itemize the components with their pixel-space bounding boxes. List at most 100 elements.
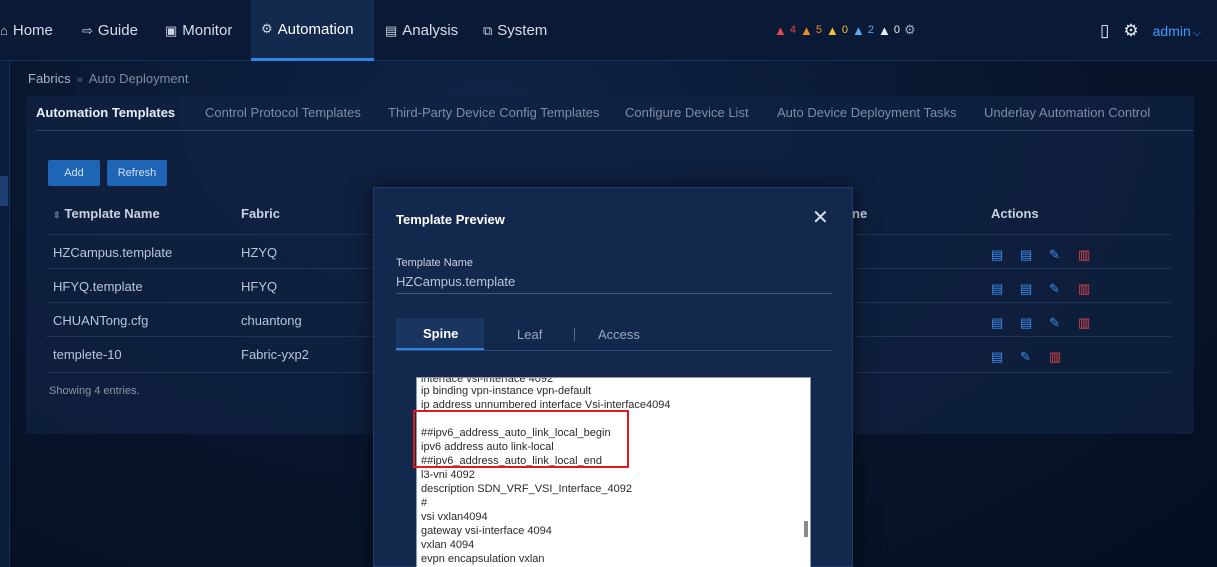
delete-icon[interactable]: ▥ — [1049, 350, 1061, 363]
delete-icon[interactable]: ▥ — [1078, 282, 1090, 295]
cell-template-name[interactable]: HFYQ.template — [53, 279, 143, 294]
template-code-viewer[interactable]: interface vsi-interface 4092 ip binding … — [416, 377, 811, 567]
table-footer-count: Showing 4 entries. — [49, 385, 140, 397]
code-line: gateway vsi-interface 4094 — [421, 525, 552, 537]
code-line: vsi vxlan4094 — [421, 511, 488, 523]
add-button[interactable]: Add — [48, 160, 100, 186]
system-icon: ⧉ — [483, 22, 493, 38]
cell-fabric: chuantong — [241, 313, 302, 328]
home-icon: ⌂ — [0, 23, 8, 38]
alarm-summary[interactable]: ▲ 4 ▲ 5 ▲ 0 ▲ 2 ▲ 0 ⚙ — [774, 22, 916, 38]
monitor-icon: ▣ — [165, 22, 178, 38]
alarm-critical[interactable]: ▲ 4 — [774, 24, 796, 37]
sort-icon: ⇕ — [53, 210, 61, 220]
tab-automation-templates[interactable]: Automation Templates — [36, 105, 175, 120]
cell-template-name[interactable]: templete-10 — [53, 347, 122, 362]
delete-icon[interactable]: ▥ — [1078, 248, 1090, 261]
nav-item-guide[interactable]: ⇨ Guide — [82, 0, 138, 61]
tab-spine[interactable]: Spine — [396, 318, 484, 350]
nav-item-system[interactable]: ⧉ System — [483, 0, 547, 61]
nav-item-home[interactable]: ⌂ Home — [0, 0, 60, 61]
warning-triangle-icon: ▲ — [878, 22, 891, 38]
tab-separator — [574, 328, 575, 341]
code-line: description SDN_VRF_VSI_Interface_4092 — [421, 483, 632, 495]
preview-icon[interactable]: ▤ — [1020, 282, 1032, 295]
refresh-button[interactable]: Refresh — [107, 160, 167, 186]
code-line: vxlan 4094 — [421, 539, 475, 551]
dialog-title: Template Preview — [396, 212, 505, 227]
warning-triangle-icon: ▲ — [774, 22, 787, 38]
tab-auto-device-deployment-tasks[interactable]: Auto Device Deployment Tasks — [777, 105, 957, 120]
guide-icon: ⇨ — [82, 22, 93, 38]
tab-access[interactable]: Access — [598, 318, 640, 350]
column-header-template-name[interactable]: ⇕ Template Name — [53, 206, 160, 221]
gear-icon[interactable]: ⚙ — [1123, 21, 1138, 41]
cell-fabric: HFYQ — [241, 279, 278, 294]
column-header-fabric: Fabric — [241, 206, 281, 221]
cell-fabric: Fabric-yxp2 — [241, 347, 309, 362]
edit-icon[interactable]: ✎ — [1020, 350, 1031, 363]
mute-alarm-icon[interactable]: ⚙ — [904, 22, 916, 38]
cell-fabric: HZYQ — [241, 245, 278, 260]
alarm-major[interactable]: ▲ 5 — [800, 24, 822, 37]
breadcrumb-root[interactable]: Fabrics — [28, 71, 71, 86]
tab-configure-device-list[interactable]: Configure Device List — [625, 105, 749, 120]
alarm-count: 4 — [789, 24, 796, 36]
view-icon[interactable]: ▤ — [991, 316, 1003, 329]
warning-triangle-icon: ▲ — [800, 22, 813, 38]
view-icon[interactable]: ▤ — [991, 248, 1003, 261]
template-preview-dialog: Template Preview ✕ Template Name HZCampu… — [373, 187, 853, 567]
breadcrumb-separator: » — [76, 74, 83, 86]
preview-icon[interactable]: ▤ — [1020, 316, 1032, 329]
cell-template-name[interactable]: HZCampus.template — [53, 245, 172, 260]
sidebar-marker — [0, 176, 8, 206]
tab-third-party-config-templates[interactable]: Third-Party Device Config Templates — [388, 105, 599, 120]
code-line: evpn encapsulation vxlan — [421, 553, 545, 565]
nav-item-label: Automation — [277, 20, 354, 38]
tab-control-protocol-templates[interactable]: Control Protocol Templates — [205, 105, 361, 120]
edit-icon[interactable]: ✎ — [1049, 248, 1060, 261]
tab-underlay-automation-control[interactable]: Underlay Automation Control — [984, 105, 1150, 120]
chevron-down-icon: ⌵ — [1192, 26, 1202, 39]
user-menu[interactable]: admin ⌵ — [1153, 23, 1201, 40]
cell-template-name[interactable]: CHUANTong.cfg — [53, 313, 148, 328]
document-icon[interactable]: ▯ — [1100, 21, 1109, 41]
view-icon[interactable]: ▤ — [991, 282, 1003, 295]
preview-icon[interactable]: ▤ — [1020, 248, 1032, 261]
nav-item-label: System — [497, 22, 548, 39]
alarm-warning[interactable]: ▲ 2 — [852, 24, 874, 37]
code-line: l3-vni 4092 — [421, 469, 475, 481]
alarm-minor[interactable]: ▲ 0 — [826, 24, 848, 37]
preview-icon[interactable]: ▤ — [991, 350, 1003, 363]
nav-item-analysis[interactable]: ▤ Analysis — [385, 0, 458, 61]
alarm-count: 2 — [867, 24, 874, 36]
highlight-box — [413, 410, 629, 468]
nav-item-label: Guide — [97, 22, 138, 39]
column-header-partial: ne — [852, 206, 868, 221]
nav-item-automation[interactable]: ⚙ Automation — [251, 0, 374, 61]
warning-triangle-icon: ▲ — [852, 22, 865, 38]
header-label: Template Name — [64, 206, 160, 221]
automation-icon: ⚙ — [261, 21, 273, 36]
nav-item-monitor[interactable]: ▣ Monitor — [165, 0, 232, 61]
alarm-count: 5 — [815, 24, 822, 36]
column-header-actions: Actions — [991, 206, 1039, 221]
nav-item-label: Home — [12, 22, 53, 39]
code-line: ip binding vpn-instance vpn-default — [421, 385, 592, 397]
left-sidebar-strip — [0, 61, 10, 567]
role-tab-bar: Spine Leaf Access — [396, 318, 832, 351]
alarm-info[interactable]: ▲ 0 — [878, 24, 900, 37]
delete-icon[interactable]: ▥ — [1078, 316, 1090, 329]
scrollbar-thumb[interactable] — [804, 521, 808, 537]
username-label: admin — [1152, 22, 1191, 39]
breadcrumb: Fabrics » Auto Deployment — [28, 71, 188, 86]
tab-bar: Automation Templates Control Protocol Te… — [36, 97, 1194, 131]
code-line: # — [421, 497, 428, 509]
tab-leaf[interactable]: Leaf — [517, 318, 542, 350]
template-name-field: HZCampus.template — [396, 274, 832, 294]
edit-icon[interactable]: ✎ — [1049, 282, 1060, 295]
breadcrumb-current: Auto Deployment — [88, 71, 189, 86]
edit-icon[interactable]: ✎ — [1049, 316, 1060, 329]
close-icon[interactable]: ✕ — [812, 208, 829, 228]
analysis-icon: ▤ — [385, 22, 398, 38]
